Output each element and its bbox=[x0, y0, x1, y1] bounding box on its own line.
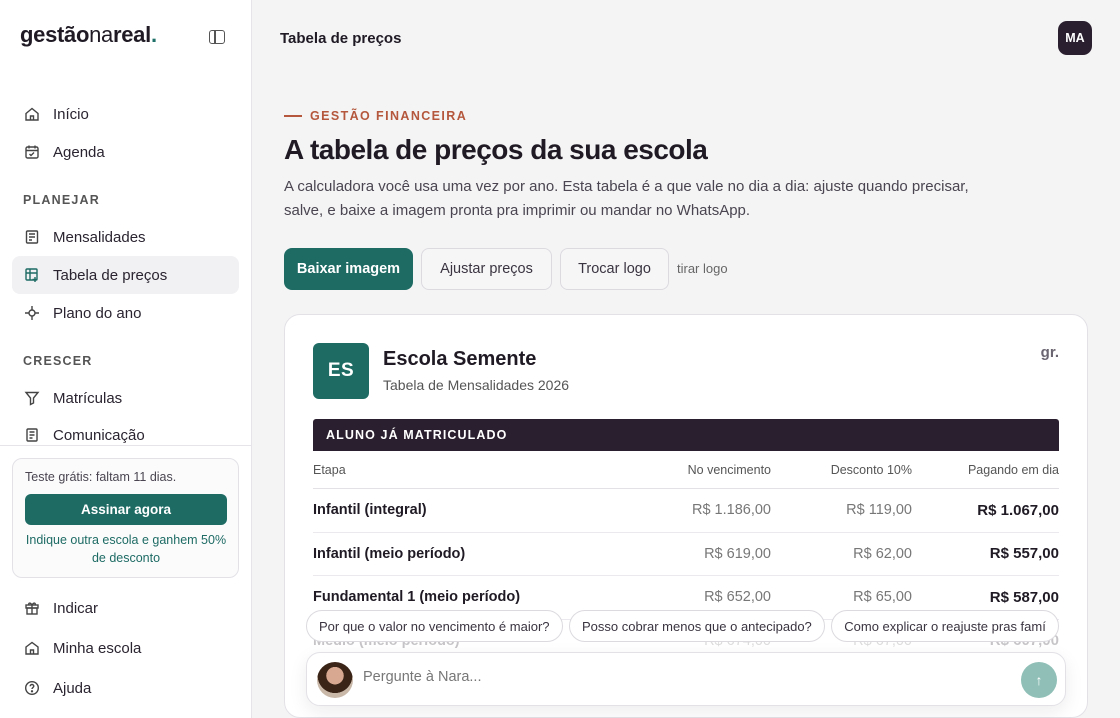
download-image-button[interactable]: Baixar imagem bbox=[284, 248, 413, 290]
sidebar-item-label: Agenda bbox=[53, 143, 105, 161]
document-icon bbox=[24, 427, 40, 443]
trial-card: Teste grátis: faltam 11 dias. Assinar ag… bbox=[12, 458, 239, 578]
sidebar-item-indicar[interactable]: Indicar bbox=[12, 589, 239, 627]
sidebar-item-label: Matrículas bbox=[53, 389, 123, 407]
table-row: Infantil (integral) R$ 1.186,00 R$ 119,0… bbox=[313, 489, 1059, 533]
calendar-icon bbox=[24, 144, 40, 160]
cell-stage: Infantil (meio período) bbox=[313, 545, 466, 562]
avatar[interactable]: MA bbox=[1058, 21, 1092, 55]
cell-discount: R$ 119,00 bbox=[846, 502, 912, 519]
remove-logo-link[interactable]: tirar logo bbox=[677, 261, 728, 276]
school-icon bbox=[24, 640, 40, 656]
sidebar-item-label: Indicar bbox=[53, 599, 99, 617]
sidebar-item-label: Início bbox=[53, 105, 89, 123]
page-description: A calculadora você usa uma vez por ano. … bbox=[284, 178, 969, 219]
sidebar-item-ajuda[interactable]: Ajuda bbox=[12, 669, 239, 707]
table-subtitle: Tabela de Mensalidades 2026 bbox=[383, 377, 570, 393]
cell-final-price: R$ 557,00 bbox=[989, 545, 1059, 563]
receipt-icon bbox=[24, 229, 40, 245]
eyebrow-line bbox=[284, 115, 302, 117]
suggestion-chip[interactable]: Posso cobrar menos que o antecipado? bbox=[568, 610, 825, 642]
sidebar-divider bbox=[0, 445, 251, 446]
column-header: No vencimento bbox=[687, 463, 771, 477]
trial-status-text: Teste grátis: faltam 11 dias. bbox=[25, 470, 177, 484]
sidebar-item-plano-do-ano[interactable]: Plano do ano bbox=[12, 294, 239, 332]
sidebar-item-inicio[interactable]: Início bbox=[12, 95, 239, 133]
sidebar-section-crescer: CRESCER bbox=[23, 354, 93, 368]
sidebar-item-mensalidades[interactable]: Mensalidades bbox=[12, 218, 239, 256]
table-section-header: ALUNO JÁ MATRICULADO bbox=[313, 419, 1059, 451]
arrow-up-icon: ↑ bbox=[1035, 672, 1043, 688]
sidebar-item-label: Ajuda bbox=[53, 679, 92, 697]
cell-discount: R$ 65,00 bbox=[853, 589, 912, 606]
table-edit-icon bbox=[24, 267, 40, 283]
sidebar-item-label: Minha escola bbox=[53, 639, 142, 657]
school-logo: gr. bbox=[1040, 344, 1059, 361]
header-title: Tabela de preços bbox=[280, 30, 402, 47]
sidebar-section-planejar: PLANEJAR bbox=[23, 193, 100, 207]
sidebar-item-label: Tabela de preços bbox=[53, 266, 168, 284]
send-button[interactable]: ↑ bbox=[1021, 662, 1057, 698]
home-icon bbox=[24, 106, 40, 122]
sidebar-item-label: Mensalidades bbox=[53, 228, 146, 246]
referral-link[interactable]: Indique outra escola e ganhem 50% de des… bbox=[25, 531, 227, 567]
cell-stage: Fundamental 1 (meio período) bbox=[313, 589, 521, 606]
cell-discount: R$ 62,00 bbox=[853, 545, 912, 562]
sidebar-toggle-icon[interactable] bbox=[209, 30, 225, 44]
sidebar-item-label: Comunicação bbox=[53, 427, 145, 444]
sidebar-item-comunicacao[interactable]: Comunicação bbox=[12, 417, 239, 445]
school-name: Escola Semente bbox=[383, 348, 537, 370]
sidebar-item-minha-escola[interactable]: Minha escola bbox=[12, 629, 239, 667]
suggestion-chip[interactable]: Como explicar o reajuste pras famí bbox=[831, 610, 1059, 642]
subscribe-button[interactable]: Assinar agora bbox=[25, 494, 227, 525]
table-row: Infantil (meio período) R$ 619,00 R$ 62,… bbox=[313, 533, 1059, 576]
suggestion-chips: Por que o valor no vencimento é maior? P… bbox=[306, 610, 1066, 642]
school-badge: ES bbox=[313, 343, 369, 399]
cell-stage: Infantil (integral) bbox=[313, 502, 427, 519]
sidebar-item-agenda[interactable]: Agenda bbox=[12, 133, 239, 171]
app-logo[interactable]: gestãonareal. bbox=[20, 22, 157, 48]
gift-icon bbox=[24, 600, 40, 616]
chat-bar: ↑ bbox=[306, 652, 1066, 706]
target-icon bbox=[24, 305, 40, 321]
cell-final-price: R$ 587,00 bbox=[989, 588, 1059, 606]
sidebar: gestãonareal. Início Agenda PLANEJAR Men… bbox=[0, 0, 252, 718]
adjust-prices-button[interactable]: Ajustar preços bbox=[421, 248, 552, 290]
page-title: A tabela de preços da sua escola bbox=[284, 134, 708, 165]
cell-due-price: R$ 1.186,00 bbox=[691, 502, 771, 519]
change-logo-button[interactable]: Trocar logo bbox=[560, 248, 669, 290]
sidebar-item-label: Plano do ano bbox=[53, 304, 142, 322]
section-eyebrow: GESTÃO FINANCEIRA bbox=[284, 109, 467, 123]
funnel-icon bbox=[24, 390, 40, 406]
column-header: Etapa bbox=[313, 463, 346, 477]
cell-due-price: R$ 619,00 bbox=[704, 545, 771, 562]
sidebar-item-tabela-de-precos[interactable]: Tabela de preços bbox=[12, 256, 239, 294]
column-header: Pagando em dia bbox=[967, 463, 1059, 477]
eyebrow-text: GESTÃO FINANCEIRA bbox=[310, 109, 468, 123]
column-header: Desconto 10% bbox=[830, 463, 912, 477]
chat-input[interactable] bbox=[363, 669, 963, 685]
cell-final-price: R$ 1.067,00 bbox=[977, 501, 1059, 519]
suggestion-chip[interactable]: Por que o valor no vencimento é maior? bbox=[306, 610, 563, 642]
help-icon bbox=[24, 680, 40, 696]
cell-due-price: R$ 652,00 bbox=[704, 589, 771, 606]
assistant-avatar bbox=[317, 662, 353, 698]
sidebar-item-matriculas[interactable]: Matrículas bbox=[12, 379, 239, 417]
table-header: Etapa No vencimento Desconto 10% Pagando… bbox=[313, 452, 1059, 489]
